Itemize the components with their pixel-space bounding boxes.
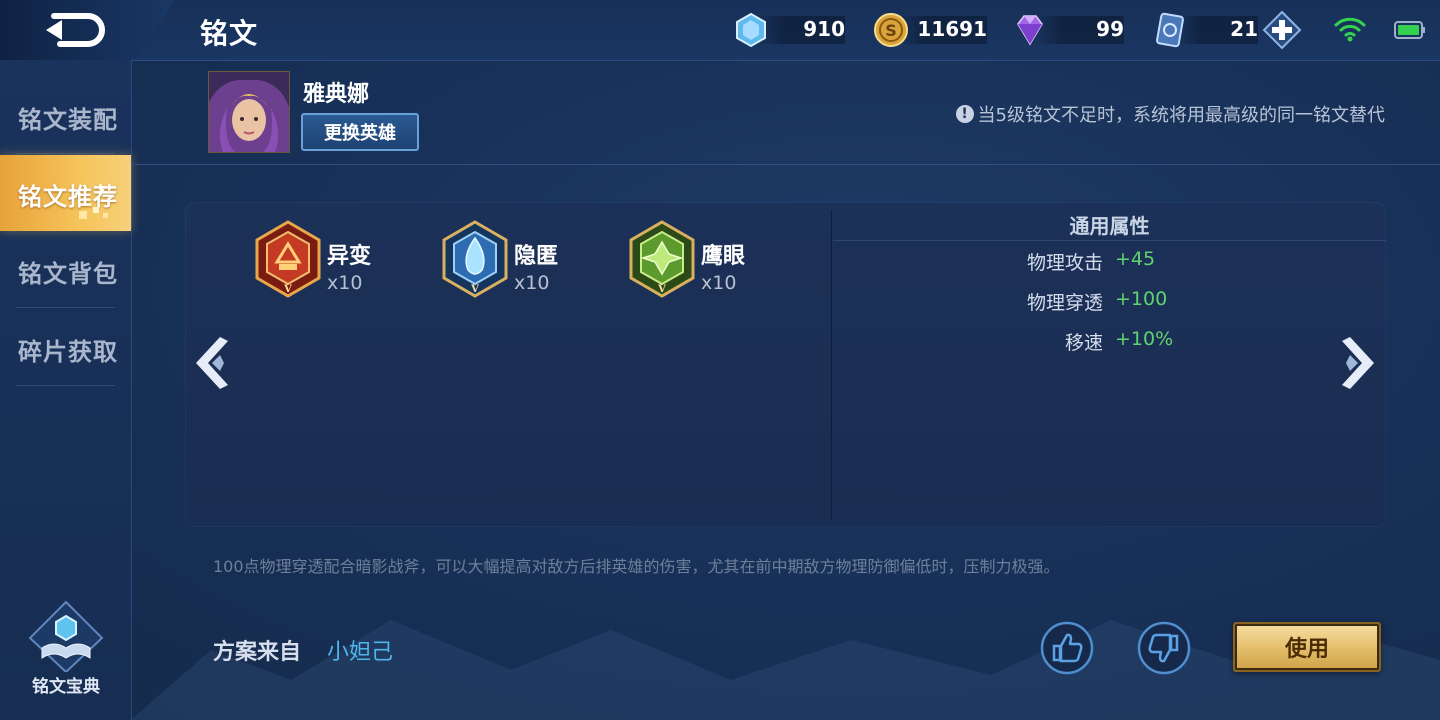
codex-book-icon bbox=[28, 600, 104, 674]
level-notice: ! 当5级铭文不足时，系统将用最高级的同一铭文替代 bbox=[955, 101, 1385, 127]
codex-label: 铭文宝典 bbox=[32, 677, 100, 697]
sidebar-item-rune-bag[interactable]: 铭文背包 bbox=[0, 232, 131, 308]
svg-text:V: V bbox=[470, 284, 479, 295]
resource-crystal: 910 bbox=[733, 10, 845, 50]
divider bbox=[16, 307, 115, 308]
svg-text:V: V bbox=[657, 284, 666, 295]
rune-name: 隐匿 bbox=[514, 244, 559, 269]
rune-name: 鹰眼 bbox=[701, 244, 746, 269]
crystal-count: 910 bbox=[803, 17, 845, 41]
rune-plan-panel: V 异变 x10 V 隐匿 x10 V 鹰眼 x10 通用属性 物理攻击 +45… bbox=[185, 202, 1386, 527]
diamond-count: 99 bbox=[1096, 17, 1124, 41]
source-label: 方案来自 bbox=[213, 640, 302, 665]
previous-plan-arrow-icon[interactable] bbox=[190, 333, 236, 393]
attribute-name: 物理攻击 bbox=[1026, 252, 1103, 274]
sidebar-item-label: 碎片获取 bbox=[18, 338, 118, 366]
attribute-value: +10% bbox=[1115, 328, 1174, 350]
divider bbox=[16, 153, 115, 154]
like-button[interactable] bbox=[1040, 621, 1094, 675]
notice-text: 当5级铭文不足时，系统将用最高级的同一铭文替代 bbox=[977, 105, 1385, 126]
card-voucher-icon bbox=[1156, 12, 1184, 48]
blue-rune-icon: V bbox=[442, 220, 508, 298]
hero-portrait bbox=[209, 72, 289, 152]
svg-text:S: S bbox=[885, 21, 897, 40]
rune-item[interactable]: V 隐匿 x10 bbox=[440, 220, 600, 300]
rune-count: x10 bbox=[327, 272, 363, 294]
divider bbox=[16, 385, 115, 386]
attribute-name: 移速 bbox=[1064, 332, 1103, 354]
resource-gold: S 11691 bbox=[873, 10, 987, 50]
page-title: 铭文 bbox=[200, 17, 259, 50]
hero-avatar[interactable] bbox=[208, 71, 290, 153]
attribute-row: 物理穿透 +100 bbox=[833, 286, 1386, 316]
rune-count: x10 bbox=[514, 272, 550, 294]
attribute-value: +100 bbox=[1115, 288, 1168, 310]
back-button[interactable] bbox=[40, 10, 110, 50]
add-voucher-button[interactable] bbox=[1262, 10, 1302, 50]
attribute-value: +45 bbox=[1115, 248, 1156, 270]
attribute-row: 移速 +10% bbox=[833, 326, 1386, 356]
sidebar-item-label: 铭文装配 bbox=[18, 106, 118, 134]
green-rune-icon: V bbox=[629, 220, 695, 298]
diamond-icon bbox=[1017, 15, 1043, 46]
attribute-row: 物理攻击 +45 bbox=[833, 246, 1386, 276]
rune-screen: 铭文 910 S 11691 99 21 铭文装配 铭文推荐 铭文背包 碎片获取… bbox=[0, 0, 1440, 720]
rune-item[interactable]: V 鹰眼 x10 bbox=[627, 220, 787, 300]
dislike-button[interactable] bbox=[1137, 621, 1191, 675]
red-rune-icon: V bbox=[255, 220, 321, 298]
use-plan-button[interactable]: 使用 bbox=[1233, 622, 1381, 672]
gold-count: 11691 bbox=[917, 17, 987, 41]
divider bbox=[833, 240, 1386, 241]
rune-codex-button[interactable]: 铭文宝典 bbox=[22, 600, 110, 710]
info-icon: ! bbox=[955, 105, 974, 123]
crystal-icon bbox=[736, 12, 766, 48]
sparkle-decoration bbox=[79, 207, 108, 219]
next-plan-arrow-icon[interactable] bbox=[1334, 333, 1380, 393]
change-hero-button[interactable]: 更换英雄 bbox=[301, 113, 419, 151]
sidebar-item-label: 铭文背包 bbox=[18, 260, 118, 288]
battery-icon bbox=[1394, 21, 1425, 39]
source-author-link[interactable]: 小妲己 bbox=[327, 634, 393, 666]
sidebar-item-rune-equip[interactable]: 铭文装配 bbox=[0, 78, 131, 154]
gold-coin-icon: S bbox=[874, 13, 908, 47]
divider bbox=[831, 210, 832, 520]
rune-item[interactable]: V 异变 x10 bbox=[253, 220, 413, 300]
rune-name: 异变 bbox=[327, 244, 372, 269]
plan-description: 100点物理穿透配合暗影战斧，可以大幅提高对敌方后排英雄的伤害，尤其在前中期敌方… bbox=[213, 557, 1060, 576]
top-bar: 铭文 910 S 11691 99 21 bbox=[0, 0, 1440, 61]
rune-count: x10 bbox=[701, 272, 737, 294]
svg-text:V: V bbox=[283, 284, 292, 295]
voucher-count: 21 bbox=[1230, 17, 1258, 41]
hero-name: 雅典娜 bbox=[303, 82, 370, 107]
wifi-icon bbox=[1334, 17, 1366, 42]
sidebar-item-rune-recommend[interactable]: 铭文推荐 bbox=[0, 155, 131, 231]
attribute-name: 物理穿透 bbox=[1026, 292, 1103, 314]
hero-header: 雅典娜 更换英雄 ! 当5级铭文不足时，系统将用最高级的同一铭文替代 bbox=[131, 60, 1440, 165]
attributes-title: 通用属性 bbox=[1069, 214, 1150, 238]
resource-diamond: 99 bbox=[1012, 10, 1124, 50]
sidebar-item-fragment-obtain[interactable]: 碎片获取 bbox=[0, 310, 131, 386]
resource-voucher: 21 bbox=[1152, 10, 1258, 50]
